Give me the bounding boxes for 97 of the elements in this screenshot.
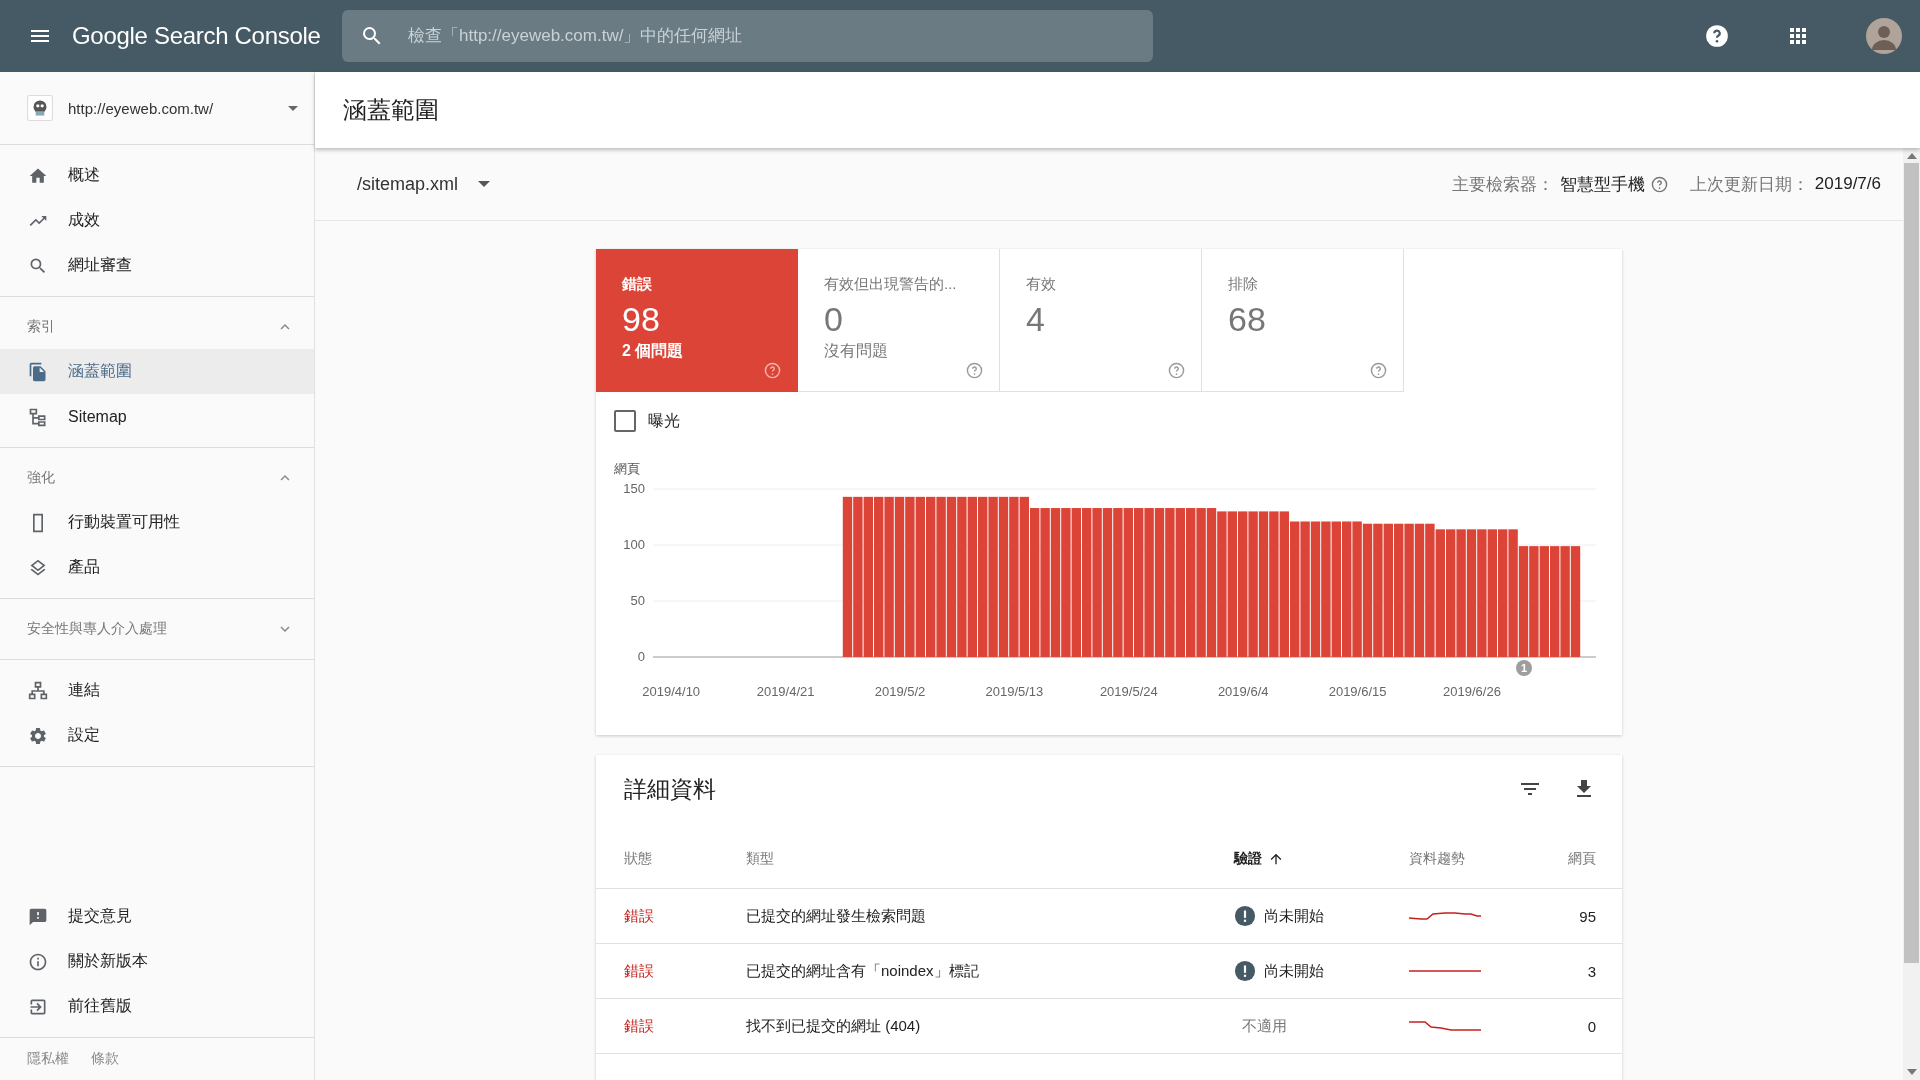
column-header[interactable]: 驗證 <box>1234 850 1409 868</box>
settings-icon <box>28 725 48 746</box>
status-tab[interactable]: 有效但出現警告的... 0 沒有問題 <box>798 249 1000 392</box>
validation-cell: 尚未開始 <box>1264 961 1324 981</box>
info-icon <box>28 951 48 972</box>
x-tick-label: 2019/5/24 <box>1099 684 1158 699</box>
pages-cell: 3 <box>1587 962 1596 980</box>
x-tick-label: 2019/6/26 <box>1443 684 1501 699</box>
stat-value: 4 <box>1026 300 1046 339</box>
sparkline <box>1409 970 1481 972</box>
section-title: 詳細資料 <box>624 774 716 804</box>
stat-value: 68 <box>1228 300 1267 339</box>
page-title: 涵蓋範圍 <box>343 95 439 125</box>
status-cell-text: 錯誤 <box>624 906 655 926</box>
section-header[interactable]: 索引 <box>0 305 314 349</box>
sparkline <box>1409 1021 1481 1031</box>
x-tick-label: 2019/5/13 <box>985 684 1044 699</box>
footer-link[interactable]: 隱私權 <box>27 1050 69 1068</box>
type-cell-text: 已提交的網址含有「noindex」標記 <box>746 961 980 981</box>
nav-item[interactable]: 概述 <box>0 153 314 198</box>
stat-value: 0 <box>824 300 844 339</box>
avatar[interactable] <box>1866 18 1902 54</box>
nav-item[interactable]: 提交意見 <box>0 894 314 939</box>
x-tick-label: 2019/4/10 <box>642 684 701 699</box>
stat-label: 有效 <box>1026 275 1057 294</box>
help-icon[interactable] <box>1650 175 1668 193</box>
type-cell-text: 已提交的網址發生檢索問題 <box>746 906 927 926</box>
nav-item[interactable]: 涵蓋範圍 <box>0 349 314 394</box>
nav-item[interactable]: 前往舊版 <box>0 984 314 1029</box>
help-icon[interactable] <box>1704 23 1730 49</box>
y-tick-label: 100 <box>623 537 645 552</box>
status-cell-text: 錯誤 <box>624 961 655 981</box>
table-row[interactable]: 錯誤 找不到已提交的網址 (404) 不適用 0 <box>596 999 1622 1054</box>
section-header[interactable]: 強化 <box>0 456 314 500</box>
x-tick-label: 2019/6/15 <box>1328 684 1387 699</box>
nav-item[interactable]: 網址審查 <box>0 243 314 288</box>
sort-arrow-icon <box>1268 851 1284 867</box>
sitemap-dropdown[interactable]: /sitemap.xml <box>353 167 495 201</box>
table-row[interactable]: 錯誤 已提交的網址發生檢索問題 尚未開始 95 <box>596 889 1622 944</box>
type-cell-text: 找不到已提交的網址 (404) <box>746 1016 922 1036</box>
layers-icon <box>28 557 48 578</box>
search-input[interactable]: 檢查「http://eyeweb.com.tw/」中的任何網址 <box>406 25 1135 47</box>
tree-icon <box>28 406 48 427</box>
x-tick-label: 2019/6/4 <box>1217 684 1269 699</box>
pages-cell: 0 <box>1587 1017 1596 1035</box>
search-field[interactable]: 檢查「http://eyeweb.com.tw/」中的任何網址 <box>342 10 1153 62</box>
y-tick-label: 0 <box>637 649 645 664</box>
pages-cell: 95 <box>1579 907 1596 925</box>
updated-date: 2019/7/6 <box>1814 174 1881 194</box>
validation-cell: 不適用 <box>1242 1016 1287 1036</box>
y-tick-label: 50 <box>630 593 645 608</box>
status-tab[interactable]: 有效 4 <box>1000 249 1202 392</box>
scrollbar[interactable] <box>1903 148 1920 1080</box>
status-tab[interactable]: 錯誤 98 2 個問題 <box>596 249 798 392</box>
nav-item[interactable]: Sitemap <box>0 394 314 439</box>
dropdown-caret-icon <box>288 105 298 111</box>
status-tab[interactable]: 排除 68 <box>1202 249 1404 392</box>
status-cell-text: 錯誤 <box>624 1016 655 1036</box>
app-logo[interactable]: Google Search Console <box>72 22 324 50</box>
feedback-icon <box>28 906 48 927</box>
crawler-value: 智慧型手機 <box>1559 173 1645 196</box>
column-header[interactable]: 類型 <box>746 850 1234 868</box>
column-header[interactable]: 網頁 <box>1568 850 1596 868</box>
stat-label: 有效但出現警告的... <box>824 275 958 294</box>
documents-icon <box>28 361 48 382</box>
checkbox-label: 曝光 <box>648 410 680 431</box>
network-icon <box>28 680 48 701</box>
x-tick-label: 2019/4/21 <box>756 684 815 699</box>
dropdown-caret-icon <box>478 181 491 187</box>
crawler-label: 主要檢索器： <box>1451 173 1554 196</box>
nav-item[interactable]: 設定 <box>0 713 314 758</box>
stat-note: 沒有問題 <box>824 341 889 361</box>
stat-label: 排除 <box>1228 275 1259 294</box>
scroll-down-icon[interactable] <box>1906 1069 1917 1075</box>
site-icon <box>27 95 53 121</box>
nav-item[interactable]: 成效 <box>0 198 314 243</box>
y-tick-label: 150 <box>623 481 645 496</box>
column-header[interactable]: 資料趨勢 <box>1409 850 1519 868</box>
stat-label: 錯誤 <box>622 275 653 294</box>
column-header[interactable]: 狀態 <box>624 850 746 868</box>
updated-label: 上次更新日期： <box>1689 173 1809 196</box>
x-tick-label: 2019/5/2 <box>874 684 926 699</box>
impressions-checkbox[interactable] <box>614 410 636 432</box>
property-selector[interactable]: http://eyeweb.com.tw/ <box>0 72 314 145</box>
table-row[interactable]: 錯誤 已提交的網址含有「noindex」標記 尚未開始 3 <box>596 944 1622 999</box>
stat-note: 2 個問題 <box>622 341 685 361</box>
section-header[interactable]: 安全性與專人介入處理 <box>0 607 314 651</box>
footer-link[interactable]: 條款 <box>91 1050 119 1068</box>
nav-item[interactable]: 產品 <box>0 545 314 590</box>
y-axis-label: 網頁 <box>614 460 641 478</box>
nav-item[interactable]: 連結 <box>0 668 314 713</box>
nav-item[interactable]: 關於新版本 <box>0 939 314 984</box>
scroll-up-icon[interactable] <box>1906 153 1917 159</box>
stat-value: 98 <box>622 300 661 339</box>
nav-item[interactable]: 行動裝置可用性 <box>0 500 314 545</box>
sparkline <box>1409 912 1481 920</box>
validation-cell: 尚未開始 <box>1264 906 1324 926</box>
